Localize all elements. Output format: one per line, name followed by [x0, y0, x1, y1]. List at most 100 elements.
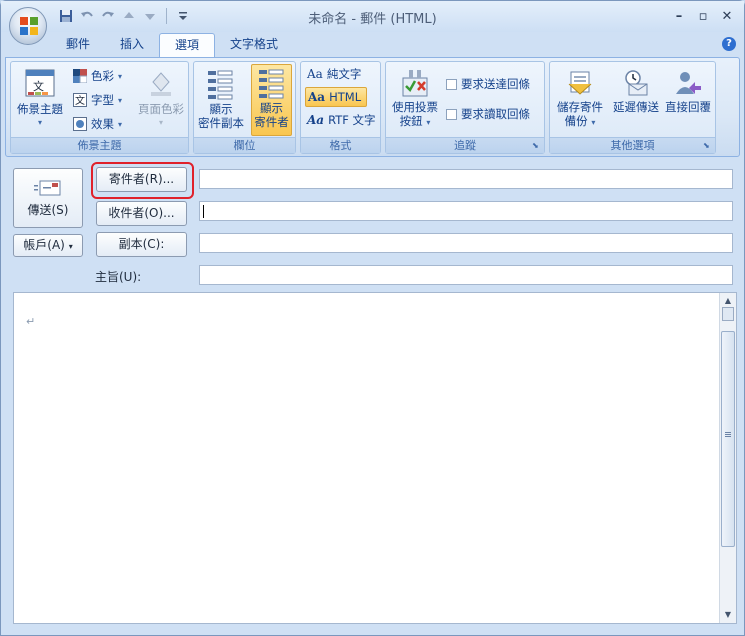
tab-format-text[interactable]: 文字格式	[215, 33, 293, 57]
colors-label: 色彩	[91, 69, 114, 83]
fonts-button[interactable]: 文 字型 ▾	[73, 90, 122, 110]
plain-text-icon: Aa	[307, 67, 323, 81]
show-from-button[interactable]: 顯示 寄件者	[251, 64, 292, 136]
rtf-label: RTF 文字	[328, 113, 376, 127]
vertical-scrollbar[interactable]: ▲ ▼	[719, 293, 736, 623]
outlook-message-window: 未命名 - 郵件 (HTML) – ▫ ✕ 郵件 插入 選項 文字格式 ? 文 …	[0, 0, 745, 636]
qat-separator	[166, 8, 167, 24]
send-label: 傳送(S)	[27, 203, 69, 217]
save-sent-label-line1: 儲存寄件	[557, 100, 603, 114]
save-sent-item-button[interactable]: 儲存寄件 備份 ▾	[552, 66, 608, 136]
maximize-button[interactable]: ▫	[692, 7, 714, 25]
themes-icon: 文	[25, 69, 55, 97]
account-label: 帳戶(A)	[23, 238, 65, 252]
redo-icon[interactable]	[99, 7, 117, 25]
effects-button[interactable]: 效果 ▾	[73, 114, 122, 134]
effects-dropdown-icon: ▾	[118, 119, 123, 129]
themes-label: 佈景主題	[17, 102, 63, 116]
office-button[interactable]	[9, 7, 47, 45]
voting-label-line1: 使用投票	[392, 100, 438, 114]
message-body[interactable]: ↵ ▲ ▼	[13, 292, 737, 624]
voting-dropdown-icon: ▾	[426, 118, 431, 127]
effects-icon	[73, 117, 87, 131]
from-field-icon	[258, 69, 283, 99]
direct-replies-icon	[676, 72, 701, 94]
paint-bucket-icon	[151, 72, 171, 96]
save-sent-icon	[568, 71, 592, 95]
save-sent-dropdown-icon: ▾	[591, 118, 596, 127]
plain-text-label: 純文字	[326, 67, 362, 81]
group-label-tracking: 追蹤	[386, 137, 544, 153]
voting-label-line2: 按鈕	[399, 114, 423, 128]
undo-icon[interactable]	[78, 7, 96, 25]
save-sent-label-line2: 備份	[564, 114, 588, 128]
from-field[interactable]	[199, 169, 733, 189]
tab-message[interactable]: 郵件	[51, 33, 105, 57]
read-receipt-checkbox[interactable]: 要求讀取回條	[446, 104, 530, 124]
customize-qat-icon[interactable]	[174, 7, 192, 25]
group-fields: 顯示 密件副本 顯示 寄件者 欄位	[193, 61, 296, 154]
delay-delivery-label: 延遲傳送	[613, 100, 659, 114]
colors-button[interactable]: 色彩 ▾	[73, 66, 122, 86]
to-field[interactable]	[199, 201, 733, 221]
plain-text-button[interactable]: Aa 純文字	[307, 64, 361, 84]
page-color-dropdown-icon: ▾	[158, 118, 163, 127]
more-options-dialog-launcher-icon[interactable]: ⬊	[703, 141, 713, 151]
cc-field[interactable]	[199, 233, 733, 253]
bcc-icon	[208, 70, 233, 100]
voting-icon	[402, 70, 428, 97]
themes-button[interactable]: 文 佈景主題 ▾	[15, 66, 65, 136]
direct-replies-button[interactable]: 直接回覆	[662, 66, 714, 136]
account-button[interactable]: 帳戶(A) ▾	[13, 234, 83, 257]
delivery-receipt-checkbox[interactable]: 要求送達回條	[446, 74, 530, 94]
tab-options[interactable]: 選項	[159, 33, 216, 57]
subject-label: 主旨(U):	[95, 270, 142, 284]
tab-insert[interactable]: 插入	[105, 33, 159, 57]
scroll-up-icon[interactable]: ▲	[722, 295, 734, 307]
voting-buttons-button[interactable]: 使用投票 按鈕 ▾	[389, 66, 441, 136]
fonts-label: 字型	[91, 93, 114, 107]
save-icon[interactable]	[57, 7, 75, 25]
group-tracking: 使用投票 按鈕 ▾ 要求送達回條 要求讀取回條 追蹤 ⬊	[385, 61, 545, 154]
ruler-toggle-icon[interactable]	[722, 307, 734, 321]
html-label: HTML	[329, 90, 362, 104]
cc-button[interactable]: 副本(C):	[96, 232, 187, 257]
read-receipt-label: 要求讀取回條	[461, 107, 530, 121]
themes-dropdown-icon: ▾	[37, 118, 42, 127]
scroll-thumb[interactable]	[721, 331, 735, 547]
paragraph-mark: ↵	[26, 315, 36, 328]
subject-field[interactable]	[199, 265, 733, 285]
fonts-icon: 文	[73, 93, 87, 107]
show-bcc-button[interactable]: 顯示 密件副本	[197, 66, 245, 134]
delay-delivery-icon	[625, 70, 648, 96]
page-color-button[interactable]: 頁面色彩 ▾	[135, 66, 187, 136]
send-button[interactable]: 傳送(S)	[13, 168, 83, 228]
read-receipt-box[interactable]	[446, 108, 457, 120]
html-icon: Aa	[308, 90, 326, 104]
group-label-themes: 佈景主題	[11, 137, 188, 153]
quick-access-toolbar	[57, 7, 192, 25]
group-more-options: 儲存寄件 備份 ▾ 延遲傳送 直接回覆 其他選項 ⬊	[549, 61, 716, 154]
title-bar: 未命名 - 郵件 (HTML) – ▫ ✕	[1, 1, 744, 32]
next-item-icon[interactable]	[141, 7, 159, 25]
close-button[interactable]: ✕	[716, 7, 738, 25]
scroll-down-icon[interactable]: ▼	[722, 609, 734, 621]
colors-dropdown-icon: ▾	[118, 71, 123, 81]
previous-item-icon[interactable]	[120, 7, 138, 25]
delivery-receipt-box[interactable]	[446, 78, 457, 90]
minimize-button[interactable]: –	[668, 7, 690, 25]
group-format: Aa 純文字 Aa HTML Aa RTF 文字 格式	[300, 61, 381, 154]
group-label-more-options: 其他選項	[550, 137, 715, 153]
help-icon[interactable]: ?	[722, 37, 736, 51]
fonts-dropdown-icon: ▾	[118, 95, 123, 105]
tracking-dialog-launcher-icon[interactable]: ⬊	[532, 141, 542, 151]
window-controls: – ▫ ✕	[668, 7, 738, 25]
delay-delivery-button[interactable]: 延遲傳送	[610, 66, 662, 136]
to-button[interactable]: 收件者(O)...	[96, 201, 187, 226]
rtf-button[interactable]: Aa RTF 文字	[307, 110, 376, 130]
colors-icon	[73, 69, 87, 83]
group-label-format: 格式	[301, 137, 380, 153]
from-button[interactable]: 寄件者(R)...	[96, 167, 187, 192]
html-format-button[interactable]: Aa HTML	[305, 87, 367, 107]
direct-replies-label: 直接回覆	[665, 100, 711, 114]
